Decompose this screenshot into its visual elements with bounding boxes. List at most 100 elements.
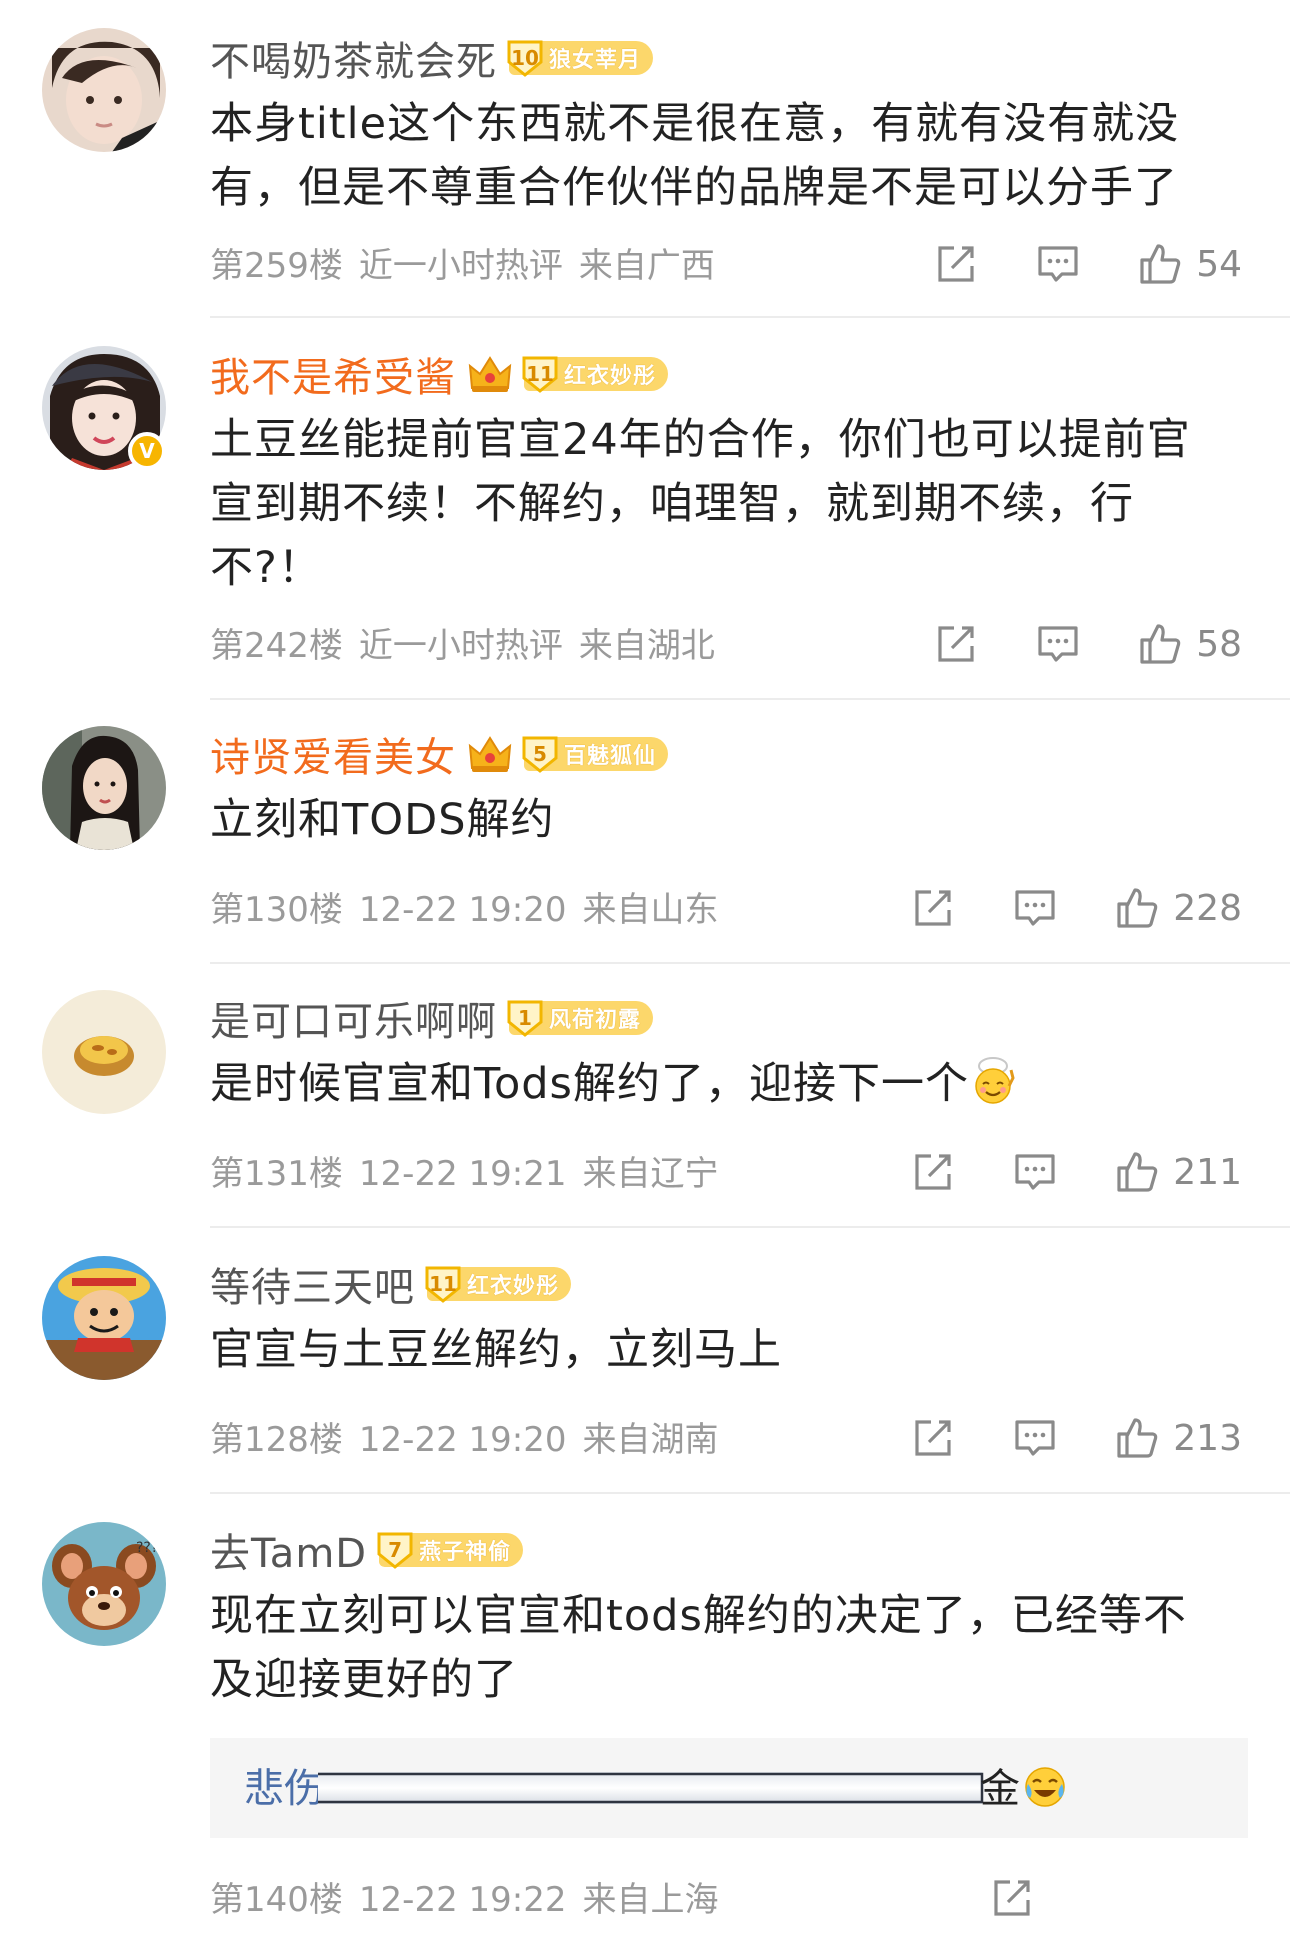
name-row: 诗贤爱看美女 5 百魅狐仙 — [210, 725, 669, 783]
like-button[interactable]: 228 — [1115, 886, 1242, 930]
like-button[interactable]: 58 — [1138, 622, 1242, 666]
floor-number: 第259楼 — [210, 246, 343, 286]
time: 12-22 19:20 — [358, 1420, 567, 1460]
comment-actions: 58 — [934, 616, 1242, 672]
fan-badge[interactable]: 7 燕子神偷 — [377, 1532, 524, 1569]
comment-actions: 54 — [934, 236, 1242, 292]
share-icon[interactable] — [911, 1150, 955, 1194]
comment-text: 现在立刻可以官宣和tods解约的决定了，已经等不 及迎接更好的了 — [210, 1591, 1187, 1705]
location: 来自湖南 — [582, 1420, 719, 1460]
time: 12-22 19:20 — [358, 890, 567, 930]
name-row: 去TamD 7 燕子神偷 — [210, 1521, 524, 1579]
time: 近一小时热评 — [358, 626, 563, 666]
like-button[interactable]: 54 — [1138, 242, 1242, 286]
name-row: 不喝奶茶就会死 10 狼女莘月 — [210, 29, 654, 87]
like-count: 54 — [1196, 243, 1242, 285]
divider — [210, 962, 1290, 964]
comment-icon[interactable] — [1036, 622, 1080, 666]
fan-badge[interactable]: 10 狼女莘月 — [507, 40, 654, 77]
share-icon[interactable] — [911, 1416, 955, 1460]
reply-preview[interactable]: 悲伤 金 — [210, 1738, 1248, 1838]
crying-laughing-emoji-icon — [1025, 1767, 1065, 1807]
comment-text: 本身title这个东西就不是很在意，有就有没有就没 有，但是不尊重合作伙伴的品牌… — [210, 99, 1180, 213]
badge-title: 风荷初露 — [549, 1008, 642, 1033]
floor-number: 第128楼 — [210, 1420, 343, 1460]
badge-level: 1 — [505, 998, 545, 1038]
location: 来自辽宁 — [582, 1154, 719, 1194]
username[interactable]: 是可口可乐啊啊 — [210, 989, 497, 1047]
badge-title: 红衣妙彤 — [467, 1274, 560, 1299]
comment-actions: 213 — [911, 1410, 1242, 1466]
badge-level: 11 — [520, 354, 560, 394]
redaction-bar — [318, 1772, 984, 1804]
time: 12-22 19:21 — [358, 1154, 567, 1194]
comment-text: 土豆丝能提前官宣24年的合作，你们也可以提前官 宣到期不续！不解约，咱理智，就到… — [210, 415, 1191, 593]
location: 来自山东 — [582, 890, 719, 930]
avatar[interactable]: ??? — [42, 1522, 166, 1646]
comment-meta: 第131楼 12-22 19:21 来自辽宁 — [210, 1146, 735, 1195]
like-button[interactable]: 211 — [1115, 1150, 1242, 1194]
share-icon[interactable] — [934, 242, 978, 286]
comment-icon[interactable] — [1036, 242, 1080, 286]
location: 来自上海 — [582, 1880, 719, 1920]
divider — [210, 698, 1290, 700]
badge-title: 狼女莘月 — [549, 48, 642, 73]
avatar[interactable] — [42, 726, 166, 850]
divider — [210, 1492, 1290, 1494]
username[interactable]: 诗贤爱看美女 — [210, 725, 456, 783]
avatar[interactable] — [42, 990, 166, 1114]
thumbs-up-icon — [1140, 624, 1181, 664]
floor-number: 第242楼 — [210, 626, 343, 666]
badge-level: 5 — [520, 734, 560, 774]
divider — [210, 1226, 1290, 1228]
avatar[interactable] — [42, 28, 166, 152]
floor-number: 第140楼 — [210, 1880, 343, 1920]
name-row: 我不是希受酱 11 红衣妙彤 — [210, 345, 669, 403]
time: 近一小时热评 — [358, 246, 563, 286]
thumbs-up-icon — [1117, 1152, 1158, 1192]
badge-title: 红衣妙彤 — [564, 364, 657, 389]
reply-author[interactable]: 悲伤 — [244, 1756, 324, 1814]
username[interactable]: 去TamD — [210, 1521, 367, 1579]
fan-badge[interactable]: 11 红衣妙彤 — [425, 1266, 572, 1303]
fan-badge[interactable]: 1 风荷初露 — [507, 1000, 654, 1037]
fan-badge[interactable]: 5 百魅狐仙 — [522, 736, 669, 773]
like-count: 211 — [1173, 1151, 1242, 1193]
comment-meta: 第259楼 近一小时热评 来自广西 — [210, 238, 731, 287]
badge-level: 11 — [423, 1264, 463, 1304]
comment-text: 官宣与土豆丝解约，立刻马上 — [210, 1325, 782, 1375]
username[interactable]: 我不是希受酱 — [210, 345, 456, 403]
share-icon[interactable] — [911, 886, 955, 930]
share-icon[interactable] — [990, 1876, 1034, 1920]
crown-icon — [468, 736, 512, 772]
comment-icon[interactable] — [1013, 1150, 1057, 1194]
badge-title: 燕子神偷 — [419, 1540, 512, 1565]
username[interactable]: 等待三天吧 — [210, 1255, 415, 1313]
username[interactable]: 不喝奶茶就会死 — [210, 29, 497, 87]
location: 来自湖北 — [578, 626, 715, 666]
thumbs-up-icon — [1117, 1418, 1158, 1458]
share-icon[interactable] — [934, 622, 978, 666]
avatar[interactable] — [42, 1256, 166, 1380]
smiling-chef-emoji-icon — [975, 1057, 1015, 1104]
reply-text: 金 — [980, 1756, 1070, 1814]
like-count: 213 — [1173, 1417, 1242, 1459]
divider — [210, 316, 1290, 318]
floor-number: 第131楼 — [210, 1154, 343, 1194]
badge-level: 10 — [505, 38, 545, 78]
verified-v-icon: V — [128, 432, 166, 470]
like-button[interactable]: 213 — [1115, 1416, 1242, 1460]
comment-icon[interactable] — [1013, 1416, 1057, 1460]
time: 12-22 19:22 — [358, 1880, 567, 1920]
thumbs-up-icon — [1117, 888, 1158, 928]
like-count: 58 — [1196, 623, 1242, 665]
comment-meta: 第140楼 12-22 19:22 来自上海 — [210, 1872, 735, 1921]
floor-number: 第130楼 — [210, 890, 343, 930]
comment-icon[interactable] — [1013, 886, 1057, 930]
comment-actions: 211 — [911, 1144, 1242, 1200]
comment-actions — [990, 1870, 1034, 1926]
badge-title: 百魅狐仙 — [564, 744, 657, 769]
comment-meta: 第242楼 近一小时热评 来自湖北 — [210, 618, 731, 667]
comment-meta: 第130楼 12-22 19:20 来自山东 — [210, 882, 735, 931]
fan-badge[interactable]: 11 红衣妙彤 — [522, 356, 669, 393]
